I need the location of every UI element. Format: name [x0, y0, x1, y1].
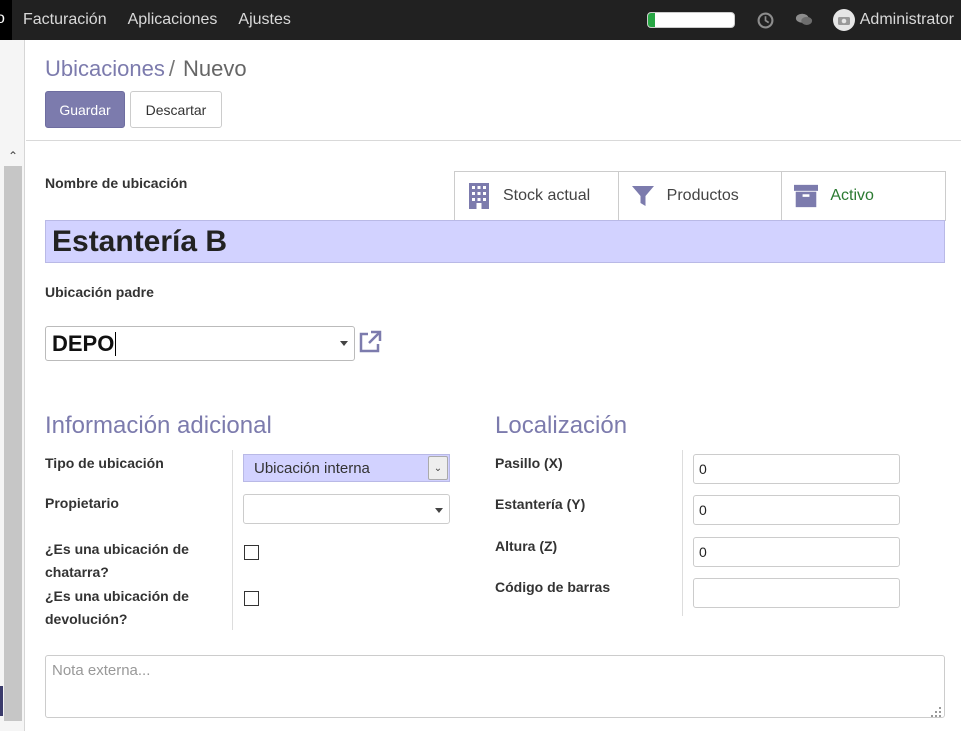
scrap-label-line-1: ¿Es una ubicación de: [45, 541, 189, 557]
parent-location-select[interactable]: DEPO: [45, 326, 355, 361]
building-icon: [467, 182, 491, 210]
scrollbar-thumb[interactable]: [4, 166, 22, 721]
text-cursor: [115, 331, 117, 356]
user-name: Administrator: [859, 11, 954, 28]
products-button[interactable]: Productos: [618, 172, 783, 220]
height-label: Altura (Z): [495, 538, 558, 554]
aisle-label: Pasillo (X): [495, 455, 563, 471]
clock-icon[interactable]: [757, 11, 775, 29]
menu-item-aplicaciones[interactable]: Aplicaciones: [128, 11, 218, 29]
location-name-input[interactable]: Estantería B: [45, 220, 945, 263]
menu-item-facturacion[interactable]: Facturación: [23, 11, 107, 29]
owner-label: Propietario: [45, 495, 119, 511]
form-sheet: Nombre de ubicación Stock actual Product…: [26, 142, 961, 731]
parent-location-label: Ubicación padre: [45, 284, 154, 300]
location-type-value: Ubicación interna: [254, 459, 370, 477]
left-scrollbar: ⌃: [0, 40, 25, 731]
location-type-select[interactable]: Ubicación interna ⌄: [243, 454, 450, 482]
chevron-up-icon[interactable]: ⌃: [5, 148, 21, 164]
user-menu[interactable]: Administrator: [832, 9, 954, 31]
app-switcher[interactable]: o: [0, 0, 12, 40]
save-button[interactable]: Guardar: [45, 91, 125, 128]
systray: Administrator: [646, 0, 961, 40]
archive-icon: [794, 182, 819, 210]
chevron-down-icon[interactable]: [435, 508, 443, 513]
aisle-input[interactable]: 0: [693, 454, 900, 484]
active-toggle-button[interactable]: Activo: [782, 172, 946, 220]
note-placeholder: Nota externa...: [52, 662, 151, 679]
main-menu: Facturación Aplicaciones Ajustes: [23, 0, 312, 40]
localization-title: Localización: [495, 412, 628, 439]
stock-button[interactable]: Stock actual: [455, 172, 619, 220]
scrap-label-line-2: chatarra?: [45, 564, 109, 580]
breadcrumb-separator: /: [168, 56, 175, 81]
discard-button[interactable]: Descartar: [130, 91, 222, 128]
shelf-label: Estantería (Y): [495, 496, 586, 512]
chevron-down-icon[interactable]: [340, 341, 348, 346]
return-label-line-2: devolución?: [45, 611, 128, 627]
products-button-label: Productos: [666, 187, 739, 204]
location-type-label: Tipo de ubicación: [45, 455, 164, 471]
return-label-line-1: ¿Es una ubicación de: [45, 588, 189, 604]
return-location-checkbox[interactable]: [244, 591, 259, 606]
chat-icon[interactable]: [795, 11, 813, 29]
control-panel: Ubicaciones / Nuevo Guardar Descartar: [26, 40, 961, 141]
owner-select[interactable]: [243, 494, 450, 524]
height-input[interactable]: 0: [693, 537, 900, 567]
avatar: [832, 9, 855, 31]
active-button-label: Activo: [830, 187, 874, 204]
stat-button-box: Stock actual Productos Activo: [454, 171, 946, 221]
return-location-label: ¿Es una ubicación de devolución?: [45, 585, 189, 631]
breadcrumb: Ubicaciones / Nuevo: [45, 56, 247, 82]
column-divider: [232, 450, 233, 630]
barcode-input[interactable]: [693, 578, 900, 608]
scrap-location-checkbox[interactable]: [244, 545, 259, 560]
resize-handle-icon[interactable]: [931, 704, 941, 717]
parent-location-value: DEPO: [52, 330, 115, 356]
top-navbar: o Facturación Aplicaciones Ajustes Admin…: [0, 0, 961, 40]
column-divider: [682, 450, 683, 616]
filter-icon: [631, 182, 655, 210]
menu-item-ajustes[interactable]: Ajustes: [238, 11, 290, 29]
chevron-down-icon[interactable]: ⌄: [428, 456, 448, 480]
barcode-label: Código de barras: [495, 579, 611, 595]
shelf-input[interactable]: 0: [693, 495, 900, 525]
scrap-location-label: ¿Es una ubicación de chatarra?: [45, 538, 189, 584]
scroll-marker: [0, 686, 3, 716]
additional-info-title: Información adicional: [45, 412, 272, 439]
breadcrumb-current: Nuevo: [182, 56, 247, 81]
external-note-textarea[interactable]: Nota externa...: [45, 655, 945, 718]
name-label: Nombre de ubicación: [45, 175, 188, 191]
progress-bar: [646, 12, 735, 28]
progress-fill: [647, 13, 655, 27]
breadcrumb-parent[interactable]: Ubicaciones: [45, 56, 165, 81]
stock-button-label: Stock actual: [503, 187, 591, 204]
external-link-icon[interactable]: [358, 330, 382, 354]
